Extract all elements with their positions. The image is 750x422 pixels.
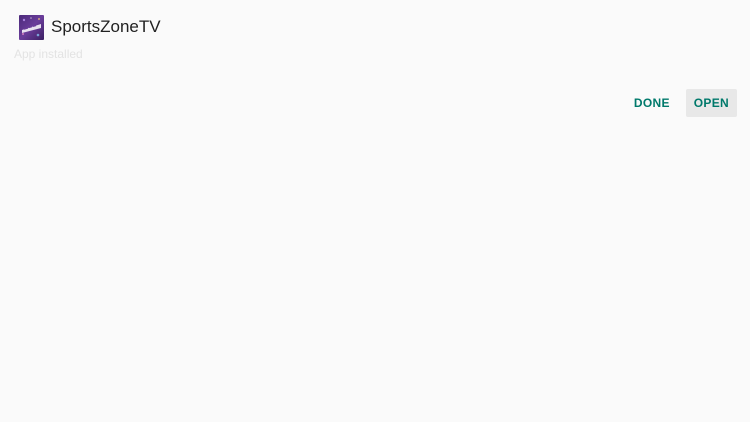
install-status-text: App installed	[14, 47, 83, 61]
app-header: SportsZoneTV	[19, 14, 161, 40]
app-name: SportsZoneTV	[51, 17, 161, 36]
sportszonetv-logo-icon	[19, 14, 44, 40]
open-button[interactable]: OPEN	[685, 89, 737, 117]
done-button[interactable]: DONE	[626, 89, 678, 117]
install-complete-screen: SportsZoneTV App installed DONE OPEN	[0, 0, 750, 422]
action-bar: DONE OPEN	[618, 89, 737, 117]
